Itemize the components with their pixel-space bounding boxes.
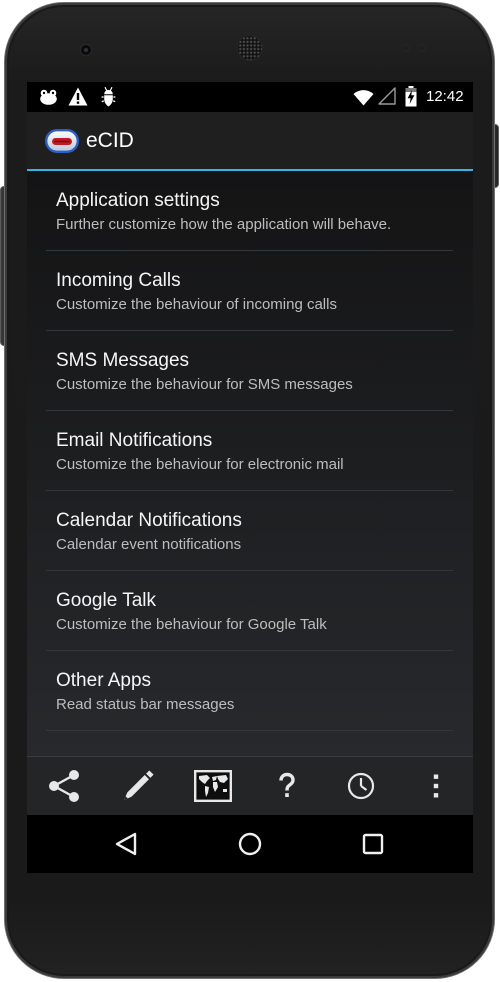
action-bar: eCID [27,112,473,169]
pref-summary: Further customize how the application wi… [56,216,392,233]
home-button[interactable] [210,815,290,873]
overflow-menu-button[interactable] [399,757,473,815]
usb-debugging-icon [101,87,116,107]
status-bar: 12:42 [27,82,473,112]
screen: 12:42 eCID Application settings Further … [27,82,473,873]
wifi-icon [353,90,374,106]
bottom-action-bar [27,756,473,815]
home-icon[interactable] [238,832,262,856]
map-icon[interactable] [193,770,232,803]
proximity-sensor [403,45,409,51]
back-button[interactable] [86,815,166,873]
pref-summary: Read status bar messages [56,696,235,713]
signal-icon [378,87,396,105]
edit-button[interactable] [101,757,175,815]
warning-icon [68,87,88,106]
app-title: eCID [86,129,134,152]
pref-title: Calendar Notifications [56,510,242,531]
recents-button[interactable] [333,815,413,873]
pref-title: Other Apps [56,670,152,691]
map-button[interactable] [176,757,250,815]
pref-email-notifications[interactable]: Email Notifications Customize the behavi… [27,411,473,491]
pref-application-settings[interactable]: Application settings Further customize h… [27,171,473,251]
battery-charging-icon [405,86,417,107]
settings-list: Application settings Further customize h… [27,171,473,756]
pref-summary: Customize the behaviour for electronic m… [56,456,344,473]
pref-google-talk[interactable]: Google Talk Customize the behaviour for … [27,571,473,651]
history-button[interactable] [324,757,398,815]
pref-summary: Customize the behaviour for SMS messages [56,376,353,393]
share-icon[interactable] [48,769,80,803]
back-icon[interactable] [115,832,137,856]
help-icon[interactable] [278,772,296,799]
help-button[interactable] [250,757,324,815]
light-sensor [419,45,425,51]
frog-notification-icon [40,89,57,105]
list-divider [46,730,453,731]
ecid-app-icon [45,129,79,153]
pref-summary: Customize the behaviour for Google Talk [56,616,327,633]
pref-title: Incoming Calls [56,270,181,291]
pref-title: Google Talk [56,590,156,611]
clock-icon[interactable] [347,772,375,800]
pref-title: SMS Messages [56,350,190,371]
recents-icon[interactable] [362,833,384,855]
navigation-bar [27,815,473,873]
pencil-icon[interactable] [122,770,155,802]
pref-summary: Customize the behaviour of incoming call… [56,296,337,313]
pref-incoming-calls[interactable]: Incoming Calls Customize the behaviour o… [27,251,473,331]
pref-title: Application settings [56,190,220,211]
pref-calendar-notifications[interactable]: Calendar Notifications Calendar event no… [27,491,473,571]
pref-title: Email Notifications [56,430,213,451]
share-button[interactable] [27,757,101,815]
front-camera [81,45,91,55]
pref-other-apps[interactable]: Other Apps Read status bar messages [27,651,473,731]
pref-sms-messages[interactable]: SMS Messages Customize the behaviour for… [27,331,473,411]
earpiece-speaker [238,36,262,60]
pref-summary: Calendar event notifications [56,536,242,553]
status-time: 12:42 [426,88,464,105]
overflow-menu-icon[interactable] [433,774,439,798]
